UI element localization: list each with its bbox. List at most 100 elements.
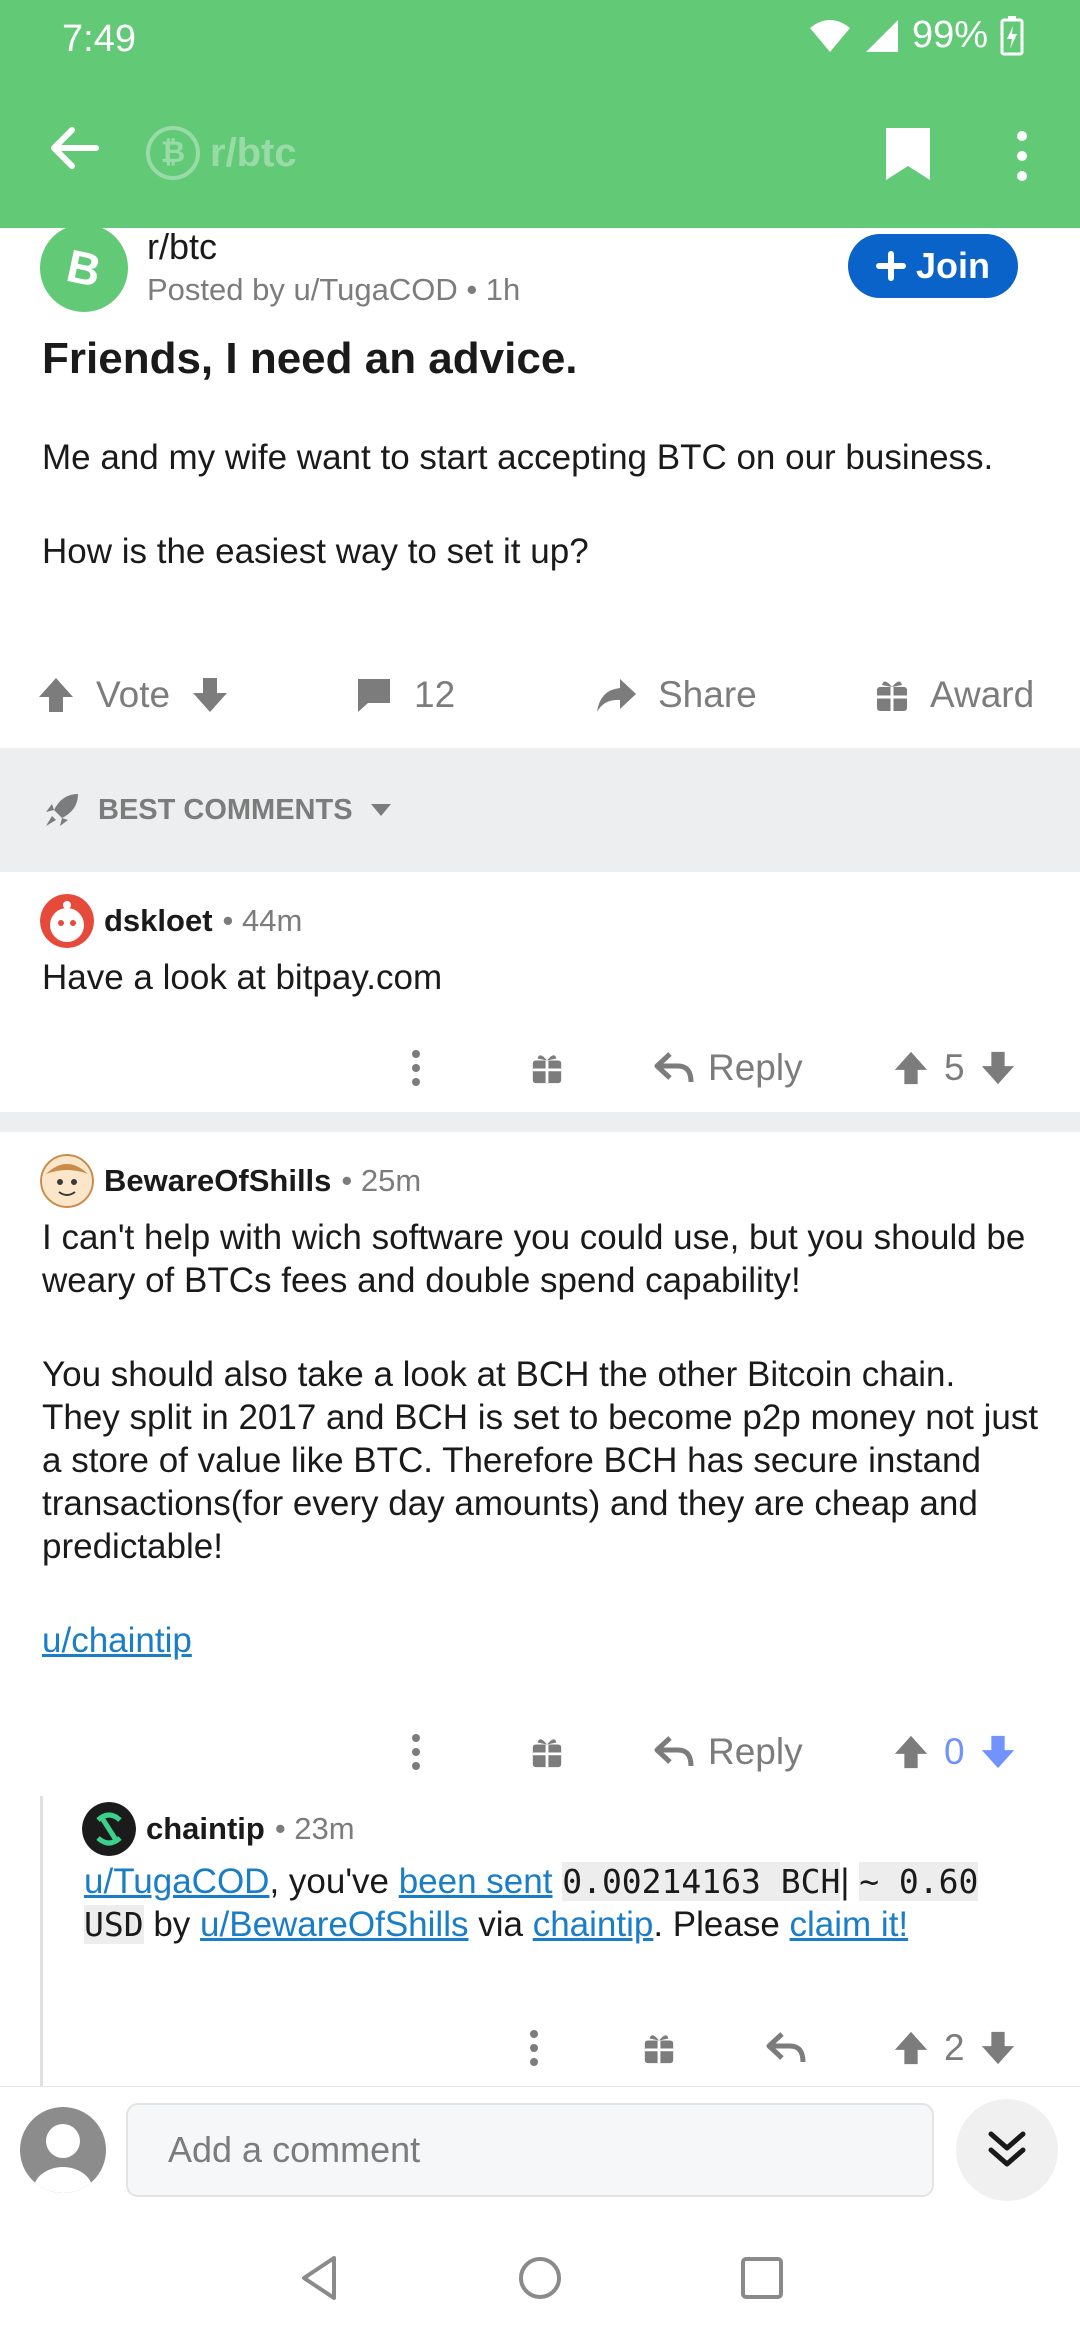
- chaintip-link[interactable]: u/chaintip: [42, 1621, 192, 1660]
- gift-icon: [532, 1055, 562, 1084]
- chaintip-link[interactable]: chaintip: [533, 1905, 654, 1944]
- comment-score: 2: [944, 2027, 965, 2068]
- join-button[interactable]: Join: [848, 234, 1018, 298]
- tip-text: . Please: [653, 1905, 790, 1944]
- comment-more-button[interactable]: [410, 1038, 422, 1098]
- reply-label: Reply: [708, 1047, 803, 1088]
- comment: dskloet • 44m Have a look at bitpay.com …: [0, 890, 1080, 1110]
- tip-amount: 0.00214163 BCH: [562, 1862, 841, 1901]
- tip-text: via: [468, 1905, 533, 1944]
- current-user-avatar[interactable]: [20, 2107, 106, 2193]
- downvote-icon[interactable]: [979, 1733, 1017, 1771]
- upvote-icon[interactable]: [892, 2029, 930, 2067]
- reply-button[interactable]: Reply: [654, 1038, 803, 1098]
- vote-group: Vote: [36, 660, 230, 730]
- comment-composer: Add a comment: [0, 2086, 1080, 2216]
- wifi-icon: [809, 19, 850, 52]
- svg-text:B: B: [62, 240, 105, 296]
- comment-body: Have a look at bitpay.com: [42, 956, 1042, 1050]
- sender-link[interactable]: u/BewareOfShills: [200, 1905, 468, 1944]
- reply-label: Reply: [708, 1731, 803, 1772]
- nav-home-icon[interactable]: [512, 2250, 568, 2306]
- upvote-icon[interactable]: [36, 675, 76, 715]
- gift-icon: [877, 681, 907, 711]
- double-chevron-down-icon: [988, 2131, 1026, 2167]
- signal-icon: [865, 19, 898, 52]
- share-icon: [597, 679, 636, 712]
- more-options-icon[interactable]: [1006, 126, 1038, 186]
- comment-score: 5: [944, 1047, 965, 1088]
- comment-time: • 23m: [274, 1811, 355, 1846]
- topbar-subreddit: ₿ r/btc: [146, 126, 297, 180]
- collapse-threads-button[interactable]: [956, 2099, 1058, 2201]
- tip-text: by: [143, 1905, 201, 1944]
- comment: BewareOfShills • 25m I can't help with w…: [0, 1150, 1080, 1772]
- comment-paragraph: I can't help with wich software you coul…: [42, 1218, 1026, 1300]
- battery-charging-icon: [1000, 15, 1024, 55]
- post-paragraph: Me and my wife want to start accepting B…: [42, 438, 994, 477]
- sort-selector[interactable]: BEST COMMENTS: [42, 790, 393, 830]
- nav-back-icon[interactable]: [292, 2250, 348, 2306]
- award-label: Award: [930, 674, 1035, 715]
- comment-award-button[interactable]: [642, 2018, 676, 2078]
- been-sent-link[interactable]: been sent: [399, 1862, 553, 1901]
- comment-actions: Reply 0: [0, 1722, 1080, 1782]
- sort-bar: BEST COMMENTS: [0, 748, 1080, 872]
- comment-more-button[interactable]: [410, 1722, 422, 1782]
- comment-paragraph: Have a look at bitpay.com: [42, 958, 443, 997]
- reply-button[interactable]: Reply: [654, 1722, 803, 1782]
- tip-separator: |: [840, 1862, 850, 1901]
- bookmark-icon[interactable]: [880, 124, 936, 184]
- caret-down-icon: [370, 804, 391, 816]
- post-subreddit[interactable]: r/btc: [147, 226, 217, 268]
- comment-author[interactable]: BewareOfShills: [104, 1163, 331, 1199]
- comment-actions: 2: [0, 2018, 1080, 2078]
- sort-label: BEST COMMENTS: [98, 793, 353, 826]
- comment-author[interactable]: dskloet: [104, 903, 213, 939]
- user-avatar[interactable]: [40, 1154, 94, 1208]
- comment-award-button[interactable]: [530, 1038, 564, 1098]
- claim-link[interactable]: claim it!: [790, 1905, 909, 1944]
- comment-actions: Reply 5: [0, 1038, 1080, 1098]
- subreddit-avatar[interactable]: B: [40, 224, 128, 312]
- share-label: Share: [658, 674, 757, 715]
- status-time: 7:49: [62, 18, 136, 60]
- add-comment-input[interactable]: Add a comment: [126, 2103, 934, 2197]
- user-avatar[interactable]: [82, 1802, 136, 1856]
- status-icons: 99%: [808, 14, 1024, 57]
- downvote-icon[interactable]: [979, 2029, 1017, 2067]
- more-options-icon: [412, 1734, 420, 1770]
- upvote-icon[interactable]: [892, 1733, 930, 1771]
- posted-by: Posted by u/TugaCOD • 1h: [147, 272, 521, 307]
- nav-recents-icon[interactable]: [734, 2250, 790, 2306]
- post-action-bar: Vote 12 Share Award: [0, 660, 1080, 730]
- comment-header: dskloet • 44m: [40, 894, 302, 948]
- vote-label: Vote: [96, 674, 171, 715]
- post-body: Me and my wife want to start accepting B…: [42, 436, 1042, 624]
- comment-body: I can't help with wich software you coul…: [42, 1216, 1042, 1713]
- comments-button[interactable]: 12: [354, 660, 455, 730]
- comment-divider: [0, 1112, 1080, 1132]
- plus-icon: [875, 251, 906, 281]
- join-label: Join: [915, 245, 990, 286]
- upvote-icon[interactable]: [892, 1049, 930, 1087]
- downvote-icon[interactable]: [979, 1049, 1017, 1087]
- bitcoin-icon: ₿: [146, 126, 200, 180]
- post-title: Friends, I need an advice.: [42, 334, 578, 383]
- bitcoin-icon: B: [62, 240, 105, 296]
- more-options-icon: [530, 2030, 538, 2066]
- award-button[interactable]: Award: [874, 660, 1034, 730]
- battery-percent: 99%: [911, 14, 988, 56]
- downvote-icon[interactable]: [190, 675, 230, 715]
- comment-award-button[interactable]: [530, 1722, 564, 1782]
- comment-author[interactable]: chaintip: [146, 1811, 265, 1847]
- user-silhouette-icon: [33, 2124, 93, 2193]
- share-button[interactable]: Share: [594, 660, 757, 730]
- reply-button[interactable]: [766, 2018, 806, 2078]
- back-arrow-icon[interactable]: [44, 118, 104, 178]
- comment-score: 0: [944, 1731, 965, 1772]
- recipient-link[interactable]: u/TugaCOD: [84, 1862, 269, 1901]
- comment-more-button[interactable]: [528, 2018, 540, 2078]
- user-avatar[interactable]: [40, 894, 94, 948]
- app-bar: 7:49 99% ₿ r/btc: [0, 0, 1080, 228]
